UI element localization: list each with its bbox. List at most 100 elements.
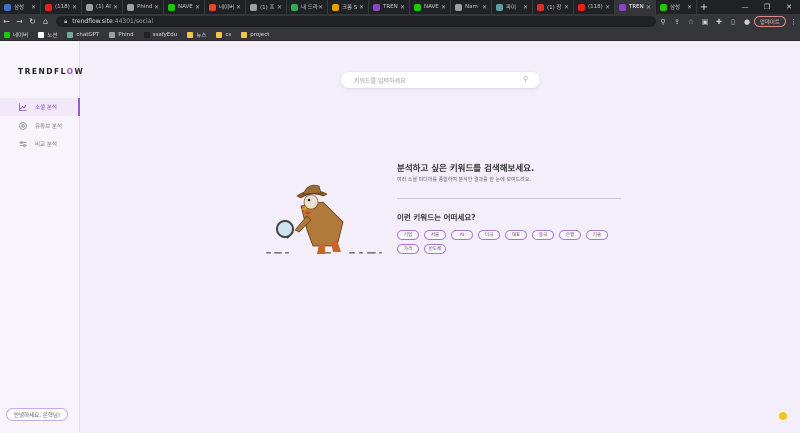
keyword-chip[interactable]: 대표 [505,230,527,240]
keyword-chip[interactable]: 서울 [424,230,446,240]
logo-text-o: O [66,67,75,76]
bookmark-item[interactable]: chatGPT [67,31,100,38]
tab-close-icon[interactable]: ✕ [523,4,528,11]
home-icon[interactable]: ⌂ [39,14,52,29]
tab-close-icon[interactable]: ✕ [277,4,282,11]
bookmark-item[interactable]: ssafyEdu [143,31,177,38]
puzzle-icon[interactable]: ✚ [712,18,726,26]
sidebar-item-compare[interactable]: 비교 분석 [0,135,80,153]
browser-tab[interactable]: NAVE ✕ [410,0,451,14]
forward-icon[interactable]: → [13,14,26,29]
tab-close-icon[interactable]: ✕ [318,4,323,11]
bookmark-label: 노션 [47,32,58,39]
floating-action-dot[interactable] [779,412,787,420]
tab-close-icon[interactable]: ✕ [605,4,610,11]
browser-tab[interactable]: (118) ✕ [574,0,615,14]
browser-tab[interactable]: (1) 프 ✕ [246,0,287,14]
tab-close-icon[interactable]: ✕ [687,4,692,11]
tab-favicon-icon [168,3,175,11]
menu-kebab-icon[interactable]: ⋮ [790,14,797,29]
bookmark-item[interactable]: 네이버 [4,31,28,39]
browser-tab[interactable]: 삼성 ✕ [656,0,697,14]
share-icon[interactable]: ⇪ [670,18,684,26]
keyword-chip[interactable]: 가격 [397,244,419,254]
address-bar[interactable]: 🔒︎ trendflow.site:44301/social [56,16,656,27]
tab-close-icon[interactable]: ✕ [31,4,36,11]
tab-close-icon[interactable]: ✕ [236,4,241,11]
browser-tab[interactable]: (1) 장 ✕ [533,0,574,14]
update-button[interactable]: 업데이트 [753,16,786,27]
tab-close-icon[interactable]: ✕ [72,4,77,11]
browser-tab[interactable]: 파이 ✕ [492,0,533,14]
tab-close-icon[interactable]: ✕ [646,4,651,11]
close-window-icon[interactable]: ✕ [778,0,800,14]
bookmark-favicon-icon [67,31,74,38]
tab-favicon-icon [45,3,52,11]
sidebar-item-youtube[interactable]: 유튜브 분석 [0,117,80,135]
sidebar-item-social[interactable]: 소셜 분석 [0,98,80,116]
logo-text-prefix: TRENDFL [18,67,67,76]
bookmark-item[interactable]: cs [216,31,231,38]
tab-close-icon[interactable]: ✕ [441,4,446,11]
profile-icon[interactable]: ● [740,18,754,26]
search-input[interactable]: 키워드를 입력하세요 ⚲ [341,72,540,88]
browser-tab[interactable]: (118) ✕ [41,0,82,14]
tab-label: 내 드라 [301,5,318,11]
tab-close-icon[interactable]: ✕ [400,4,405,11]
tab-close-icon[interactable]: ✕ [482,4,487,11]
browser-tab[interactable]: 내 드라 ✕ [287,0,328,14]
tab-label: (1) 프 [260,5,275,11]
sliders-icon [18,140,27,149]
browser-tab[interactable]: Nam ✕ [451,0,492,14]
keyword-chip[interactable]: 반도체 [424,244,446,254]
bookmark-item[interactable]: project [241,31,269,38]
bookmark-favicon-icon [216,31,223,38]
browser-tab[interactable]: TREN ✕ [615,0,656,14]
tab-label: Nam [465,4,478,10]
keyword-chip[interactable]: 은행 [559,230,581,240]
search-icon[interactable]: ⚲ [523,75,528,83]
browser-tab[interactable]: NAVE ✕ [164,0,205,14]
browser-tab[interactable]: 네이버 ✕ [205,0,246,14]
keyword-chip[interactable]: AI [451,230,473,240]
lock-icon: 🔒︎ [64,17,68,25]
bookmark-label: 뉴스 [196,32,207,39]
browser-tab[interactable]: 크롬 S ✕ [328,0,369,14]
trendflow-logo[interactable]: TRENDFLOW [18,67,84,76]
reload-icon[interactable]: ↻ [26,14,39,29]
star-icon[interactable]: ☆ [684,18,698,26]
keyword-chip[interactable]: 기업 [397,230,419,240]
tab-close-icon[interactable]: ✕ [195,4,200,11]
youtube-circle-icon [18,122,27,131]
tab-label: NAVE [424,4,439,10]
maximize-icon[interactable]: ❐ [756,0,778,14]
bookmark-item[interactable]: 뉴스 [187,31,206,39]
keyword-chip[interactable]: 기술 [586,230,608,240]
bookmark-item[interactable]: Phind [109,31,134,38]
greeting-badge[interactable]: 안녕하세요, 은혁님! [6,408,69,421]
bookmark-favicon-icon [241,31,248,38]
sidepanel-icon[interactable]: ▯ [726,18,740,26]
browser-tab[interactable]: TREN ✕ [369,0,410,14]
browser-tab[interactable]: (1) AI ✕ [82,0,123,14]
back-icon[interactable]: ← [0,14,13,29]
browser-tab[interactable]: Phind ✕ [123,0,164,14]
extension-badge-icon[interactable]: ▣ [698,18,712,26]
new-tab-button[interactable]: + [697,2,711,13]
bookmark-label: chatGPT [76,31,100,38]
tab-close-icon[interactable]: ✕ [154,4,159,11]
tab-close-icon[interactable]: ✕ [113,4,118,11]
minimize-icon[interactable]: — [734,0,756,14]
keyword-chip[interactable]: 중국 [532,230,554,240]
tab-close-icon[interactable]: ✕ [564,4,569,11]
bookmark-item[interactable]: 노션 [38,31,57,39]
tab-label: Phind [137,4,153,10]
tab-favicon-icon [619,3,626,11]
tab-label: TREN [383,4,398,10]
search-placeholder: 키워드를 입력하세요 [354,77,406,85]
zoom-icon[interactable]: ⚲ [656,18,670,26]
bookmark-favicon-icon [109,31,116,38]
tab-close-icon[interactable]: ✕ [359,4,364,11]
keyword-chip[interactable]: 미국 [478,230,500,240]
browser-tab[interactable]: 삼성 ✕ [0,0,41,14]
